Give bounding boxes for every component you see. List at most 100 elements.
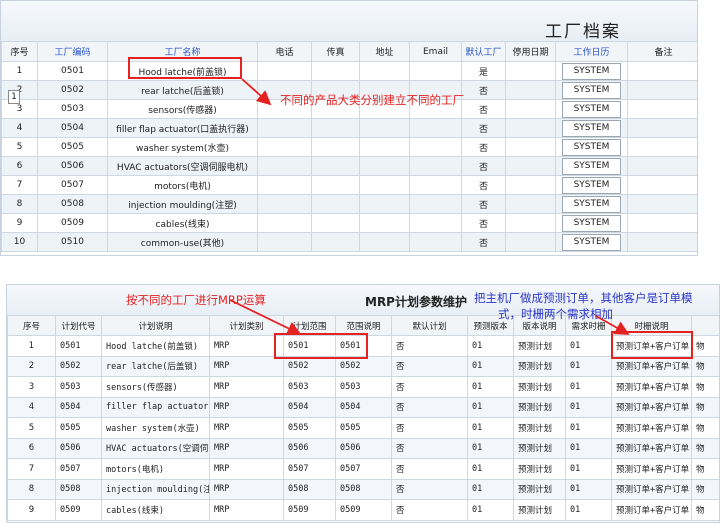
factory-row-default[interactable]: 是	[461, 61, 506, 81]
factory-row-fax[interactable]	[311, 156, 360, 176]
col-header-default-factory[interactable]: 默认工厂	[461, 41, 506, 62]
mrp-row-fence-desc[interactable]: 预测订单+客户订单	[611, 437, 692, 459]
col-header-no[interactable]: 序号	[1, 41, 38, 62]
work-calendar-field[interactable]: SYSTEM	[562, 233, 621, 251]
factory-row-name[interactable]: Hood latche(前盖锁)	[107, 61, 258, 81]
factory-row-phone[interactable]	[257, 61, 312, 81]
mrp-row-range[interactable]: 0505	[283, 417, 336, 439]
mrp-row-ver[interactable]: 01	[467, 478, 514, 500]
factory-row-phone[interactable]	[257, 156, 312, 176]
mrp-row-fence[interactable]: 01	[565, 396, 612, 418]
mrp-row-ver[interactable]: 01	[467, 417, 514, 439]
factory-row-default[interactable]: 否	[461, 118, 506, 138]
mrp-row-ver-desc[interactable]: 预测计划	[513, 335, 566, 357]
col-header-email[interactable]: Email	[409, 41, 462, 62]
factory-row-code[interactable]: 0506	[37, 156, 108, 176]
factory-row-default[interactable]: 否	[461, 99, 506, 119]
mrp-row[interactable]: 80508injection moulding(注塑)MRP05080508否0…	[7, 478, 719, 500]
mrp-row-desc[interactable]: washer system(水壶)	[101, 417, 210, 439]
mrp-row-range[interactable]: 0507	[283, 458, 336, 480]
mrp-row-fence[interactable]: 01	[565, 417, 612, 439]
factory-row-remark[interactable]	[627, 194, 697, 214]
mrp-row-no[interactable]: 7	[7, 458, 56, 480]
factory-row[interactable]: 4 0504 filler flap actuator(口盖执行器) 否 SYSTEM	[1, 118, 697, 138]
mrp-col-header-range-desc[interactable]: 范围说明	[335, 315, 392, 336]
factory-row-no[interactable]: 1	[1, 61, 38, 81]
factory-row-remark[interactable]	[627, 61, 697, 81]
mrp-row-desc[interactable]: Hood latche(前盖锁)	[101, 335, 210, 357]
factory-row-calendar[interactable]: SYSTEM	[555, 61, 628, 81]
factory-row-name[interactable]: sensors(传感器)	[107, 99, 258, 119]
mrp-col-header-fence-desc[interactable]: 时栅说明	[611, 315, 692, 336]
factory-row-remark[interactable]	[627, 137, 697, 157]
factory-row-phone[interactable]	[257, 194, 312, 214]
mrp-row-code[interactable]: 0506	[55, 437, 102, 459]
work-calendar-field[interactable]: SYSTEM	[562, 195, 621, 213]
factory-row-no[interactable]: 8	[1, 194, 38, 214]
mrp-row[interactable]: 3 0503 sensors(传感器) MRP 0503 0503 否 01 预测计划 01 预测订…	[7, 376, 719, 398]
factory-row-code[interactable]: 0507	[37, 175, 108, 195]
factory-row-name[interactable]: filler flap actuator(口盖执行器)	[107, 118, 258, 138]
factory-row-name[interactable]: washer system(水壶)	[107, 137, 258, 157]
mrp-row-ver-desc[interactable]: 预测计划	[513, 376, 566, 398]
mrp-col-header-default-plan[interactable]: 默认计划	[391, 315, 468, 336]
factory-row-code[interactable]: 0505	[37, 137, 108, 157]
factory-row-remark[interactable]	[627, 175, 697, 195]
mrp-row-default[interactable]: 否	[391, 335, 468, 357]
mrp-row-fence-desc[interactable]: 预测订单+客户订单	[611, 335, 692, 357]
mrp-row-ver-desc[interactable]: 预测计划	[513, 478, 566, 500]
factory-row-disable-date[interactable]	[505, 61, 556, 81]
factory-row-code[interactable]: 0508	[37, 194, 108, 214]
mrp-row-extra[interactable]: 物	[691, 417, 719, 439]
col-header-address[interactable]: 地址	[359, 41, 410, 62]
col-header-disable-date[interactable]: 停用日期	[505, 41, 556, 62]
mrp-row-range[interactable]: 0501	[283, 335, 336, 357]
factory-row-default[interactable]: 否	[461, 137, 506, 157]
mrp-row-code[interactable]: 0501	[55, 335, 102, 357]
mrp-row-no[interactable]: 3	[7, 376, 56, 398]
mrp-col-header-plan-desc[interactable]: 计划说明	[101, 315, 210, 336]
mrp-row-type[interactable]: MRP	[209, 458, 284, 480]
factory-row-calendar[interactable]: SYSTEM	[555, 99, 628, 119]
factory-row-fax[interactable]	[311, 213, 360, 233]
factory-row-code[interactable]: 0509	[37, 213, 108, 233]
mrp-row[interactable]: 2 0502 rear latche(后盖锁) MRP 0502 0502 否 01 预测计划 0…	[7, 355, 719, 377]
mrp-row-ver-desc[interactable]: 预测计划	[513, 396, 566, 418]
mrp-row-fence[interactable]: 01	[565, 335, 612, 357]
factory-row-no[interactable]: 9	[1, 213, 38, 233]
col-header-fax[interactable]: 传真	[311, 41, 360, 62]
factory-row-phone[interactable]	[257, 137, 312, 157]
mrp-row-no[interactable]: 6	[7, 437, 56, 459]
factory-row-disable-date[interactable]	[505, 194, 556, 214]
factory-row-phone[interactable]	[257, 213, 312, 233]
factory-row-name[interactable]: injection moulding(注塑)	[107, 194, 258, 214]
factory-row-name[interactable]: HVAC actuators(空调伺服电机)	[107, 156, 258, 176]
factory-row-address[interactable]	[359, 232, 410, 252]
work-calendar-field[interactable]: SYSTEM	[562, 81, 621, 99]
factory-row-fax[interactable]	[311, 137, 360, 157]
factory-row-fax[interactable]	[311, 175, 360, 195]
factory-row-fax[interactable]	[311, 232, 360, 252]
mrp-row-range[interactable]: 0508	[283, 478, 336, 500]
factory-row-disable-date[interactable]	[505, 175, 556, 195]
mrp-row-ver[interactable]: 01	[467, 376, 514, 398]
mrp-row-desc[interactable]: cables(线束)	[101, 499, 210, 521]
factory-row-name[interactable]: rear latche(后盖锁)	[107, 80, 258, 100]
factory-row-address[interactable]	[359, 118, 410, 138]
mrp-row-fence[interactable]: 01	[565, 355, 612, 377]
mrp-row-range-desc[interactable]: 0502	[335, 355, 392, 377]
mrp-row-type[interactable]: MRP	[209, 335, 284, 357]
factory-row[interactable]: 5 0505 washer system(水壶) 否 SYSTEM	[1, 137, 697, 157]
mrp-row-fence[interactable]: 01	[565, 376, 612, 398]
factory-row-remark[interactable]	[627, 156, 697, 176]
mrp-row-ver[interactable]: 01	[467, 458, 514, 480]
mrp-row-default[interactable]: 否	[391, 376, 468, 398]
mrp-row-ver-desc[interactable]: 预测计划	[513, 417, 566, 439]
mrp-row-no[interactable]: 4	[7, 396, 56, 418]
work-calendar-field[interactable]: SYSTEM	[562, 214, 621, 232]
factory-row-phone[interactable]	[257, 118, 312, 138]
factory-row-no[interactable]: 5	[1, 137, 38, 157]
factory-row-remark[interactable]	[627, 232, 697, 252]
mrp-row-desc[interactable]: filler flap actuator(...	[101, 396, 210, 418]
factory-row-code[interactable]: 0501	[37, 61, 108, 81]
